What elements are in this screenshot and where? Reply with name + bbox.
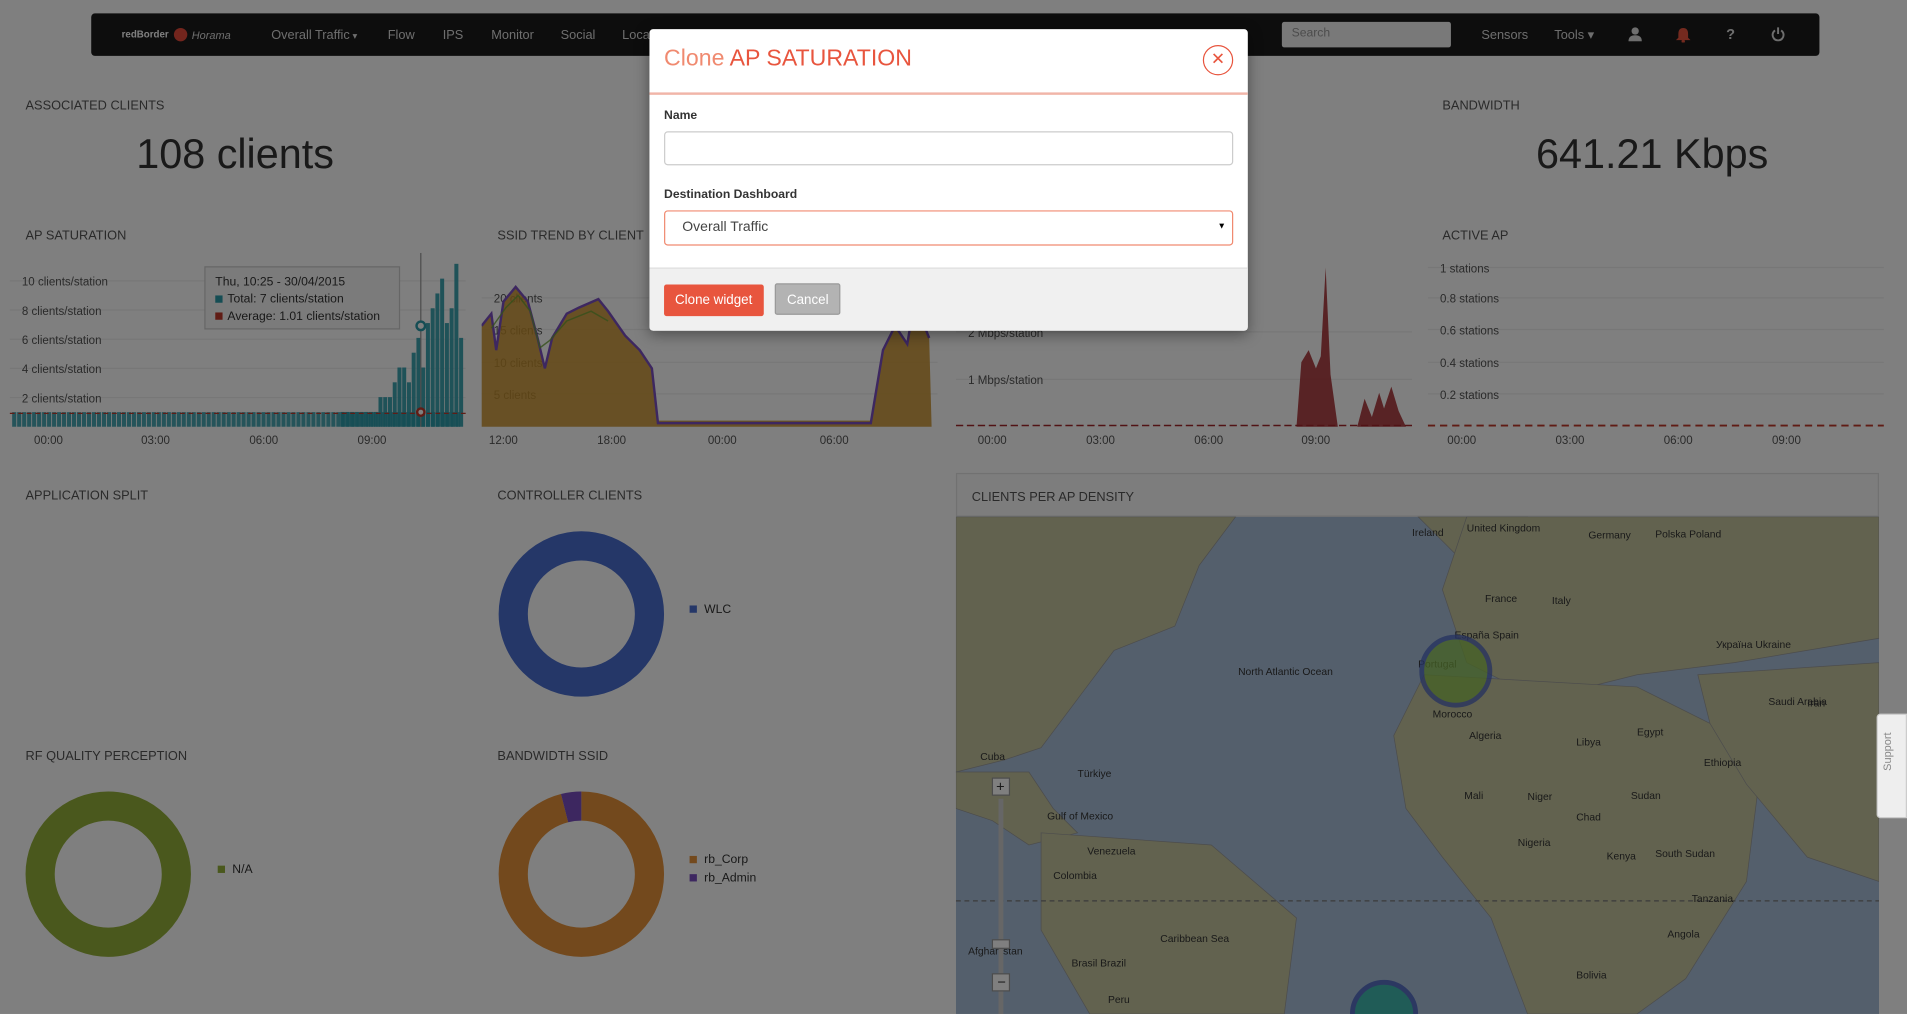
clone-widget-button[interactable]: Clone widget xyxy=(664,284,764,317)
name-input[interactable] xyxy=(664,131,1234,166)
support-label: Support xyxy=(1881,732,1894,771)
cancel-button[interactable]: Cancel xyxy=(774,283,841,315)
destination-label: Destination Dashboard xyxy=(664,188,798,202)
clone-widget-modal: Clone AP SATURATION ✕ Name Destination D… xyxy=(649,29,1248,331)
modal-body: Name Destination Dashboard Overall Traff… xyxy=(649,95,1247,260)
destination-dashboard-select[interactable]: Overall Traffic xyxy=(664,210,1234,246)
close-icon[interactable]: ✕ xyxy=(1202,44,1234,76)
modal-title-prefix: Clone xyxy=(664,46,725,72)
modal-title-widget: AP SATURATION xyxy=(729,46,912,72)
modal-header: Clone AP SATURATION xyxy=(649,29,1248,95)
name-label: Name xyxy=(664,109,698,123)
modal-footer: Clone widget Cancel xyxy=(649,267,1248,331)
support-tab[interactable]: Support xyxy=(1876,713,1907,819)
